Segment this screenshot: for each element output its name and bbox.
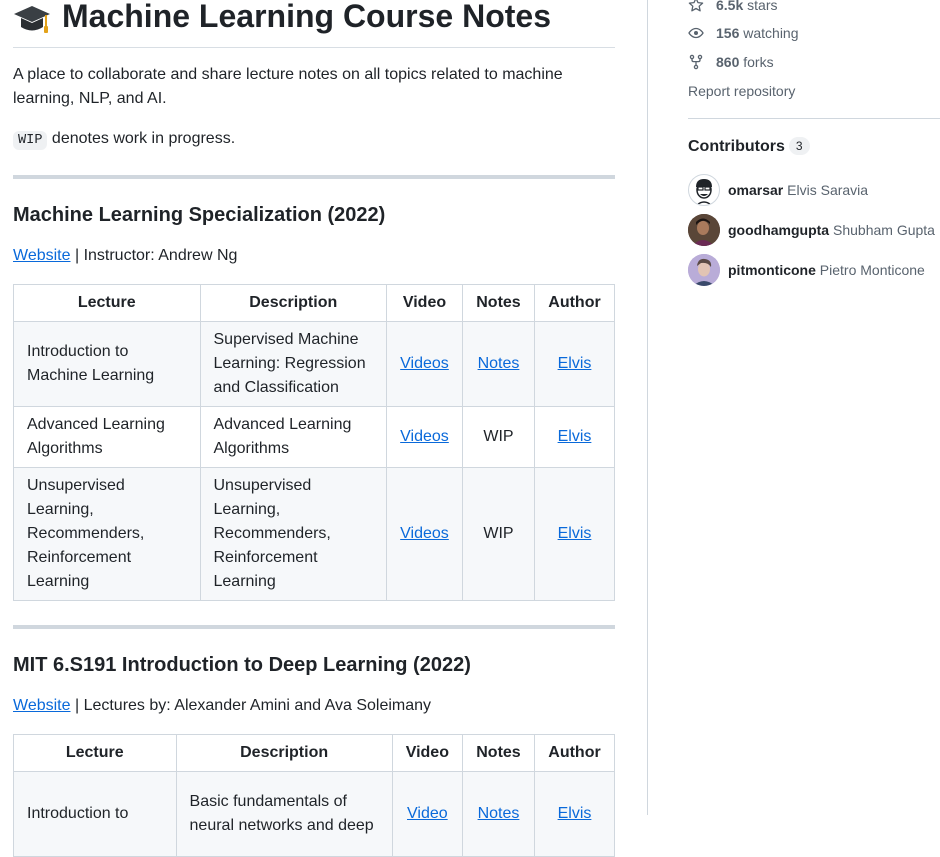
avatar[interactable]: [688, 214, 720, 246]
author-link[interactable]: Elvis: [558, 428, 592, 445]
column-header: Lecture: [13, 284, 201, 322]
video-link[interactable]: Video: [407, 805, 448, 822]
lecture-cell: Unsupervised Learning, Recommenders, Rei…: [13, 467, 201, 601]
readme-title: Machine Learning Course Notes: [13, 0, 615, 48]
description-cell: Advanced Learning Algorithms: [199, 406, 387, 468]
video-cell: Videos: [386, 467, 463, 601]
lectures-table-ml-specialization: Lecture Description Video Notes Author I…: [13, 284, 616, 601]
column-header: Video: [391, 734, 463, 772]
video-link[interactable]: Videos: [400, 525, 449, 542]
table-header-row: Lecture Description Video Notes Author: [13, 284, 616, 322]
stars-label: stars: [743, 0, 778, 13]
avatar[interactable]: [688, 254, 720, 286]
column-header: Description: [199, 284, 387, 322]
section-divider: [13, 175, 615, 179]
website-link[interactable]: Website: [13, 247, 71, 264]
forks-count: 860: [716, 54, 740, 70]
author-link[interactable]: Elvis: [558, 805, 592, 822]
column-header: Author: [533, 284, 616, 322]
table-row: Advanced Learning Algorithms Advanced Le…: [13, 406, 616, 468]
notes-link[interactable]: Notes: [478, 355, 520, 372]
contributor-login[interactable]: goodhamgupta: [728, 222, 829, 238]
video-cell: Video: [391, 771, 463, 857]
graduation-cap-icon: [14, 6, 50, 33]
forks-label: forks: [739, 54, 774, 70]
contributor-name: Pietro Monticone: [819, 262, 925, 278]
instructor-text: | Lectures by: Alexander Amini and Ava S…: [70, 697, 432, 714]
video-cell: Videos: [386, 406, 463, 468]
contributor-login[interactable]: pitmonticone: [728, 262, 816, 278]
table-header-row: Lecture Description Video Notes Author: [13, 734, 616, 772]
sidebar-divider: [647, 0, 648, 815]
intro-paragraph: A place to collaborate and share lecture…: [13, 66, 563, 107]
notes-cell: Notes: [461, 771, 535, 857]
notes-cell: Notes: [461, 321, 535, 407]
video-link[interactable]: Videos: [400, 428, 449, 445]
column-header: Lecture: [13, 734, 177, 772]
section-divider: [13, 625, 615, 629]
notes-cell: WIP: [461, 406, 535, 468]
author-link[interactable]: Elvis: [558, 525, 592, 542]
lecture-cell: Introduction to Machine Learning: [13, 321, 201, 407]
eye-icon: [688, 27, 704, 39]
column-header: Video: [386, 284, 463, 322]
section-heading-mit-6s191: MIT 6.S191 Introduction to Deep Learning…: [13, 654, 471, 676]
description-cell: Supervised Machine Learning: Regression …: [199, 321, 387, 407]
author-cell: Elvis: [533, 321, 616, 407]
author-cell: Elvis: [533, 771, 616, 857]
contributors-heading[interactable]: Contributors 3: [688, 136, 810, 158]
wip-code: WIP: [13, 131, 48, 150]
table-row: Unsupervised Learning, Recommenders, Rei…: [13, 467, 616, 601]
column-header: Notes: [461, 734, 535, 772]
report-repository-link[interactable]: Report repository: [688, 81, 795, 101]
lecture-cell: Introduction to: [13, 771, 177, 857]
table-row: Introduction to Machine Learning Supervi…: [13, 321, 616, 407]
notes-cell: WIP: [461, 467, 535, 601]
description-cell: Unsupervised Learning, Recommenders, Rei…: [199, 467, 387, 601]
lectures-table-mit-6s191: Lecture Description Video Notes Author I…: [13, 734, 616, 857]
author-cell: Elvis: [533, 406, 616, 468]
watching-label: watching: [739, 25, 799, 41]
notes-link[interactable]: Notes: [478, 805, 520, 822]
star-icon: [688, 0, 704, 12]
website-link[interactable]: Website: [13, 697, 71, 714]
video-link[interactable]: Videos: [400, 355, 449, 372]
stars-count: 6.5k: [716, 0, 744, 13]
contributor-name: Elvis Saravia: [787, 182, 869, 198]
lecture-cell: Advanced Learning Algorithms: [13, 406, 201, 468]
contributor-name: Shubham Gupta: [833, 222, 935, 238]
readme-title-text: Machine Learning Course Notes: [62, 0, 551, 34]
section-links-ml-specialization: Website | Instructor: Andrew Ng: [13, 244, 237, 268]
author-cell: Elvis: [533, 467, 616, 601]
section-heading-ml-specialization: Machine Learning Specialization (2022): [13, 204, 386, 226]
wip-note: WIP denotes work in progress.: [13, 127, 235, 153]
avatar[interactable]: [688, 174, 720, 206]
contributors-title: Contributors: [688, 138, 785, 155]
wip-note-text: denotes work in progress.: [47, 130, 236, 147]
contributors-count-badge: 3: [788, 137, 810, 155]
contributor-login[interactable]: omarsar: [728, 182, 783, 198]
watching-count: 156: [716, 25, 740, 41]
column-header: Description: [175, 734, 393, 772]
section-links-mit-6s191: Website | Lectures by: Alexander Amini a…: [13, 694, 431, 718]
fork-icon: [689, 54, 703, 70]
author-link[interactable]: Elvis: [558, 355, 592, 372]
column-header: Notes: [461, 284, 535, 322]
video-cell: Videos: [386, 321, 463, 407]
instructor-text: | Instructor: Andrew Ng: [70, 247, 238, 264]
description-cell: Basic fundamentals of neural networks an…: [175, 771, 393, 857]
column-header: Author: [533, 734, 616, 772]
sidebar-separator: [688, 118, 940, 119]
table-row: Introduction to Basic fundamentals of ne…: [13, 771, 616, 857]
